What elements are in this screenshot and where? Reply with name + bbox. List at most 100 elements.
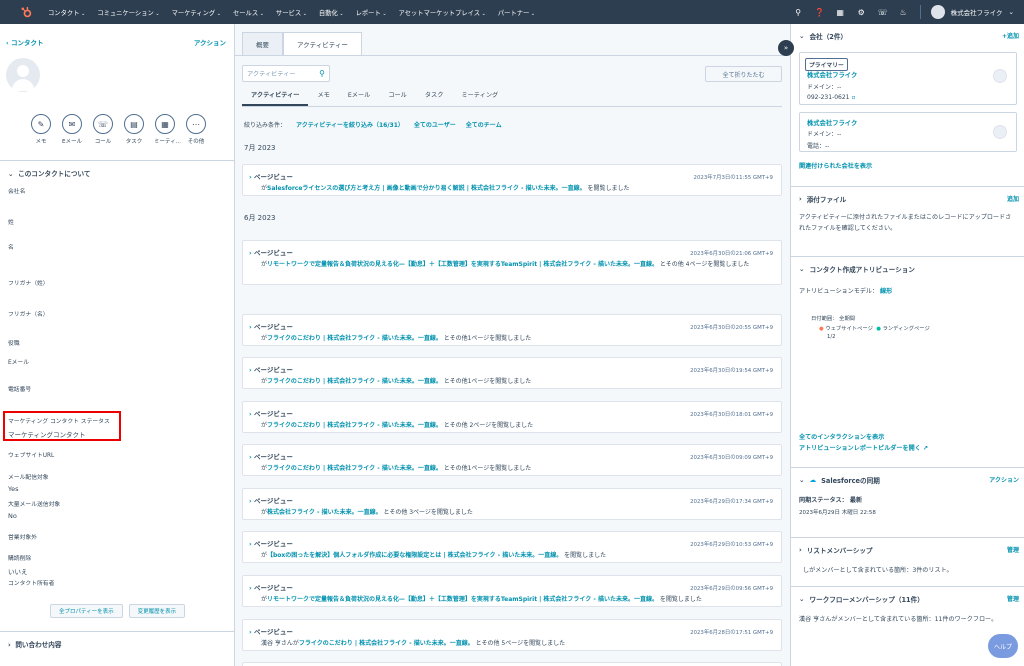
filter-activity-dropdown[interactable]: アクティビティーを絞り込み（16/31） (296, 120, 404, 129)
help-icon[interactable]: ❓ (815, 8, 825, 17)
page-link[interactable]: 株式会社フライク - 描いた未来。一直線。 (267, 509, 382, 516)
back-to-contacts-link[interactable]: ‹ コンタクト (6, 37, 43, 47)
search-icon[interactable]: ⚲ (794, 8, 803, 17)
companies-header[interactable]: ⌄ 会社（2件） (799, 31, 847, 41)
salesforce-header[interactable]: ⌄ ☁ Salesforceの同期 (799, 475, 880, 485)
menu-asset-marketplace[interactable]: アセットマーケットプレイス (393, 8, 492, 17)
property-unsubscribed[interactable]: 購読削除 いいえ (8, 553, 31, 576)
property-furigana-first[interactable]: フリガナ（名） (8, 309, 49, 318)
menu-marketing[interactable]: マーケティング (166, 8, 227, 17)
property-phone[interactable]: 電話番号 (8, 384, 31, 393)
help-button[interactable]: ヘルプ (988, 634, 1018, 658)
page-link[interactable]: リモートワークで定量報告＆負荷状況の見える化—【勤怠】＋【工数管理】を実現するT… (267, 261, 658, 268)
tab-overview[interactable]: 概要 (242, 32, 283, 56)
property-firstname[interactable]: 名 (8, 242, 14, 251)
menu-reports[interactable]: レポート (350, 8, 393, 17)
view-associated-companies-link[interactable]: 関連付けられた会社を表示 (799, 161, 872, 170)
add-attachment-link[interactable]: 追加 (1007, 194, 1019, 203)
page-link[interactable]: フライクのこだわり | 株式会社フライク - 描いた未来。一直線。 (267, 335, 442, 342)
timeline-card-title[interactable]: ページビュー (249, 408, 293, 418)
property-lastname[interactable]: 姓 (8, 217, 14, 226)
menu-communication[interactable]: コミュニケーション (91, 8, 165, 17)
timeline-card-title[interactable]: ページビュー (249, 247, 293, 257)
about-section-header[interactable]: ⌄ このコンタクトについて (0, 160, 234, 185)
property-website[interactable]: ウェブサイトURL (8, 450, 54, 459)
account-menu[interactable]: 株式会社フライク ⌄ (919, 5, 1014, 19)
property-job-title[interactable]: 役職 (8, 338, 20, 347)
call-action[interactable]: ☏ コール (92, 114, 114, 145)
page-link[interactable]: フライクのこだわり | 株式会社フライク - 描いた未来。一直線。 (267, 378, 442, 385)
expand-sidebar-button[interactable]: » (778, 40, 794, 56)
property-company[interactable]: 会社名 (8, 186, 25, 195)
attribution-header[interactable]: ⌄ コンタクト作成アトリビューション (799, 264, 915, 274)
activity-search-input[interactable]: アクティビティー ⚲ (242, 65, 330, 82)
timeline-card[interactable]: ページビュー 2023年6月29日の17:34 GMT+9 が株式会社フライク - … (242, 488, 782, 520)
company-name-link[interactable]: 株式会社フライク (807, 118, 857, 127)
subtab-calls[interactable]: コール (379, 89, 416, 106)
property-email-subscribe[interactable]: メール配信対象 Yes (8, 472, 49, 493)
contact-avatar[interactable] (6, 58, 40, 92)
actions-dropdown[interactable]: アクション (194, 37, 226, 47)
view-all-interactions-link[interactable]: 全てのインタラクションを表示 (799, 432, 884, 441)
inquiry-section-header[interactable]: › 問い合わせ内容 (0, 631, 234, 656)
meeting-action[interactable]: ▦ ミーティ... (154, 114, 181, 145)
timeline-card[interactable]: ページビュー 2023年6月28日の17:51 GMT+9 漢谷 亨さんがフライクの… (242, 619, 782, 651)
timeline-card[interactable]: ページビュー 2023年6月30日の19:54 GMT+9 がフライクのこだわり |… (242, 357, 782, 389)
timeline-card-title[interactable]: ページビュー (249, 582, 293, 592)
timeline-card-title[interactable]: ページビュー (249, 364, 293, 374)
gear-icon[interactable]: ⚙ (857, 8, 866, 17)
collapse-all-button[interactable]: 全て折りたたむ (705, 66, 782, 82)
page-link[interactable]: フライクのこだわり | 株式会社フライク - 描いた未来。一直線。 (267, 422, 442, 429)
list-membership-header[interactable]: › リストメンバーシップ (799, 545, 873, 555)
show-history-button[interactable]: 変更履歴を表示 (128, 604, 186, 618)
timeline-card[interactable]: ページビュー 2023年6月30日の20:55 GMT+9 がフライクのこだわり |… (242, 314, 782, 346)
attribution-model-value[interactable]: 線形 (880, 288, 892, 295)
add-company-link[interactable]: +追加 (1002, 31, 1019, 40)
email-action[interactable]: ✉ Eメール (61, 114, 83, 145)
copy-icon[interactable]: ▫ (851, 94, 855, 101)
menu-partner[interactable]: パートナー (492, 8, 541, 17)
property-do-not-sell[interactable]: 営業対象外 (8, 532, 37, 541)
timeline-card[interactable]: ページビュー 2023年6月29日の10:53 GMT+9 が【boxの困ったを解決… (242, 531, 782, 563)
timeline-card[interactable]: ページビュー2023年6月28日の07:48 GMT+9漢谷 亨さんがリモートワ… (242, 662, 782, 666)
note-action[interactable]: ✎ メモ (30, 114, 52, 145)
calling-icon[interactable]: ☏ (878, 8, 888, 17)
page-link[interactable]: Salesforceライセンスの選び方と考え方 | 画像と動画で分かり易く解説 … (267, 185, 586, 192)
subtab-emails[interactable]: Eメール (339, 89, 379, 106)
page-link[interactable]: 【boxの困ったを解決】個人フォルダ作成に必要な権限設定とは | 株式会社フライ… (267, 552, 562, 559)
workflow-membership-header[interactable]: ⌄ ワークフローメンバーシップ（11件） (799, 594, 924, 604)
more-action[interactable]: ⋯ その他 (185, 114, 207, 145)
menu-contacts[interactable]: コンタクト (42, 8, 91, 17)
show-all-properties-button[interactable]: 全プロパティーを表示 (50, 604, 123, 618)
tab-activity[interactable]: アクティビティー (283, 32, 362, 56)
company-name-link[interactable]: 株式会社フライク (807, 70, 857, 79)
manage-workflows-link[interactable]: 管理 (1007, 594, 1019, 603)
menu-automation[interactable]: 自動化 (313, 8, 350, 17)
timeline-card-title[interactable]: ページビュー (249, 171, 293, 181)
property-owner[interactable]: コンタクト所有者 (8, 578, 54, 587)
manage-lists-link[interactable]: 管理 (1007, 545, 1019, 554)
filter-users-dropdown[interactable]: 全てのユーザー (414, 120, 456, 129)
subtab-meetings[interactable]: ミーティング (452, 89, 507, 106)
subtab-activity[interactable]: アクティビティー (242, 89, 309, 106)
subtab-notes[interactable]: メモ (308, 89, 338, 106)
menu-service[interactable]: サービス (270, 8, 313, 17)
timeline-card-title[interactable]: ページビュー (249, 451, 293, 461)
property-furigana-last[interactable]: フリガナ（姓） (8, 278, 49, 287)
timeline-card[interactable]: ページビュー 2023年7月3日の11:55 GMT+9 がSalesforceライ… (242, 164, 782, 196)
timeline-card[interactable]: ページビュー 2023年6月30日の09:09 GMT+9 がフライクのこだわり |… (242, 444, 782, 476)
timeline-card-title[interactable]: ページビュー (249, 626, 293, 636)
company-card[interactable]: 株式会社フライク ドメイン：-- 電話：-- (799, 112, 1017, 152)
page-link[interactable]: フライクのこだわり | 株式会社フライク - 描いた未来。一直線。 (267, 465, 442, 472)
timeline-card-title[interactable]: ページビュー (249, 321, 293, 331)
timeline-card-title[interactable]: ページビュー (249, 538, 293, 548)
menu-sales[interactable]: セールス (227, 8, 270, 17)
company-card[interactable]: プライマリー 株式会社フライク ドメイン：-- 092-231-0621 ▫ (799, 52, 1017, 105)
page-link[interactable]: リモートワークで定量報告＆負荷状況の見える化—【勤怠】＋【工数管理】を実現するT… (267, 596, 658, 603)
subtab-tasks[interactable]: タスク (416, 89, 453, 106)
property-bulk-email[interactable]: 大量メール送信対象 No (8, 499, 60, 520)
timeline-card[interactable]: ページビュー 2023年6月29日の09:56 GMT+9 がリモートワークで定量報… (242, 575, 782, 607)
page-link[interactable]: フライクのこだわり | 株式会社フライク - 描いた未来。一直線。 (299, 640, 474, 647)
bell-icon[interactable]: ♨ (899, 8, 908, 17)
hubspot-logo-icon[interactable] (18, 4, 34, 20)
